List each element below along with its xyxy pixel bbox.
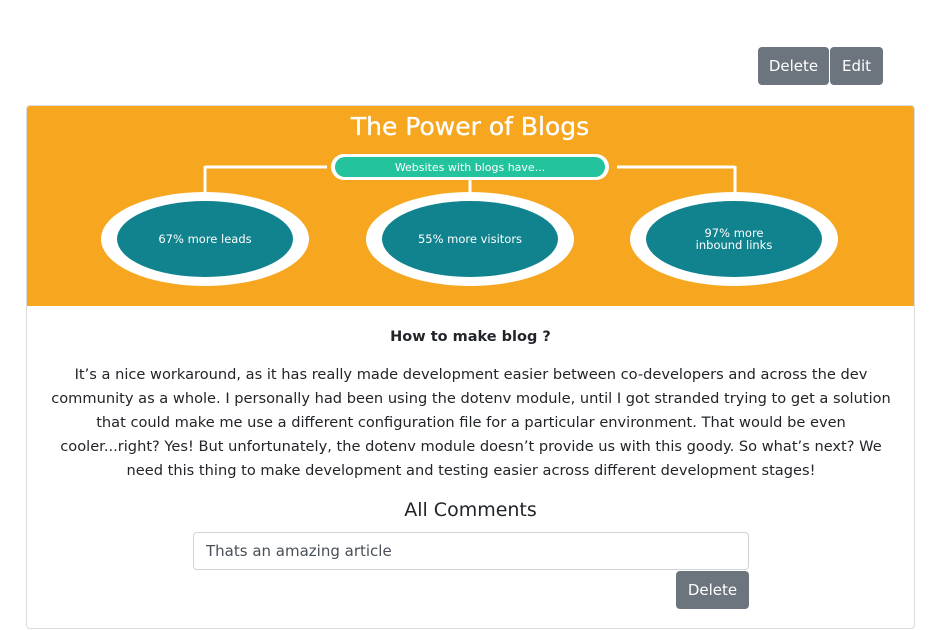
banner-stat-visitors: 55% more visitors bbox=[418, 232, 522, 246]
post-title: How to make blog ? bbox=[390, 329, 551, 345]
delete-comment-button[interactable]: Delete bbox=[676, 571, 749, 609]
banner-stat-inbound-2: inbound links bbox=[696, 238, 773, 252]
comment-field[interactable] bbox=[193, 532, 749, 570]
edit-post-button[interactable]: Edit bbox=[830, 47, 883, 85]
blog-banner-image: The Power of Blogs Websites with blogs h… bbox=[27, 106, 914, 306]
banner-stat-leads: 67% more leads bbox=[158, 232, 251, 246]
comments-heading: All Comments bbox=[404, 499, 537, 521]
post-body: It’s a nice workaround, as it has really… bbox=[51, 366, 891, 479]
banner-heading: The Power of Blogs bbox=[350, 112, 589, 141]
banner-pill-text: Websites with blogs have... bbox=[395, 161, 545, 174]
post-actions: Delete Edit bbox=[758, 47, 883, 85]
blog-post-card: The Power of Blogs Websites with blogs h… bbox=[26, 105, 915, 629]
delete-post-button[interactable]: Delete bbox=[758, 47, 829, 85]
